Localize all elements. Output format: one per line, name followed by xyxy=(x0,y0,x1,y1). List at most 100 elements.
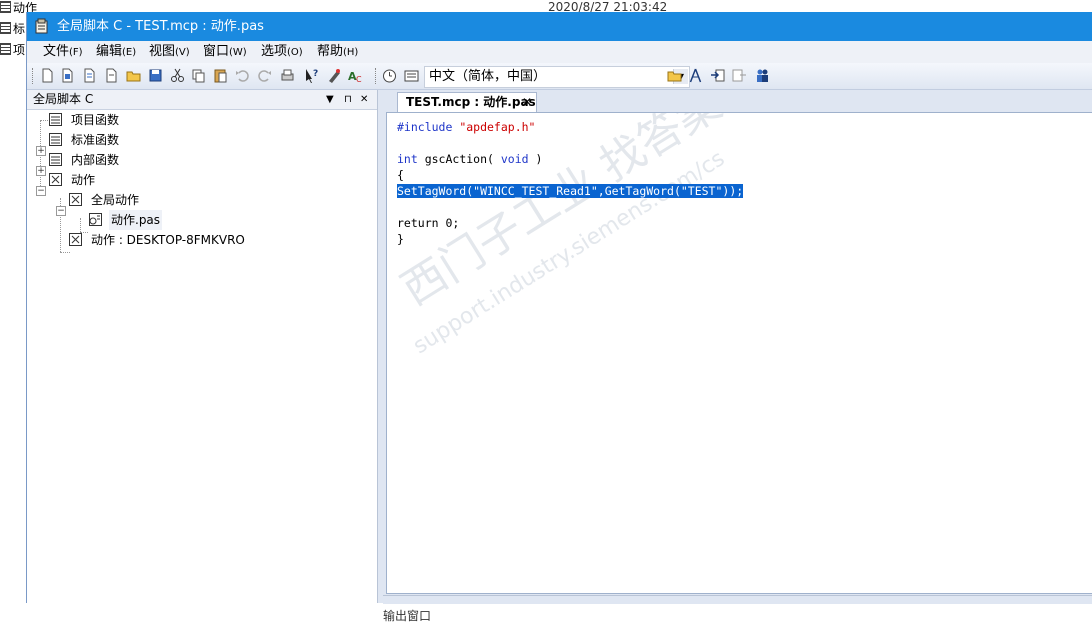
pane-title: 全局脚本 C xyxy=(33,92,94,106)
code-keyword: void xyxy=(500,152,529,166)
menu-accel: (E) xyxy=(122,47,137,58)
function-library-icon xyxy=(49,133,62,146)
action-folder-icon xyxy=(69,193,82,206)
context-help-icon[interactable]: ? xyxy=(303,67,320,84)
tree-item-label: 动作 : DESKTOP-8FMKVRO xyxy=(91,233,245,247)
undo-icon[interactable] xyxy=(234,67,251,84)
menu-label: 窗口 xyxy=(203,44,230,59)
tree-item-label: 动作 xyxy=(71,173,96,187)
toolbar: ? AC 中文（简体，中国） ▼ xyxy=(27,63,1092,90)
new-action-icon[interactable] xyxy=(81,67,98,84)
toolbar-grip[interactable] xyxy=(375,68,378,84)
trigger-icon[interactable] xyxy=(381,67,398,84)
menu-file[interactable]: 文件(F) xyxy=(43,41,83,64)
output-window-label: 输出窗口 xyxy=(383,609,432,623)
code-keyword: int xyxy=(397,152,418,166)
info-icon[interactable] xyxy=(403,67,420,84)
action-folder-icon xyxy=(49,173,62,186)
code-line-return: return 0; xyxy=(397,216,460,230)
new-file-icon[interactable] xyxy=(39,67,56,84)
collapse-icon[interactable]: − xyxy=(56,206,66,216)
desktop-item-standard[interactable]: 标 xyxy=(0,22,25,36)
document-icon[interactable] xyxy=(103,67,120,84)
menu-accel: (F) xyxy=(69,47,83,58)
code-line-include: #include "apdefap.h" xyxy=(397,119,535,135)
global-script-window: 全局脚本 C - TEST.mcp : 动作.pas 文件(F) 编辑(E) 视… xyxy=(26,12,1092,623)
pin-icon[interactable]: ⊓ xyxy=(344,90,352,109)
save-icon[interactable] xyxy=(147,67,164,84)
cut-icon[interactable] xyxy=(169,67,186,84)
toolbar-grip[interactable] xyxy=(32,68,35,84)
copy-icon[interactable] xyxy=(190,67,207,84)
desktop-item-label: 标 xyxy=(13,22,26,36)
window-title: 全局脚本 C - TEST.mcp : 动作.pas xyxy=(57,19,264,34)
open-folder-icon[interactable] xyxy=(125,67,142,84)
menu-bar: 文件(F) 编辑(E) 视图(V) 窗口(W) 选项(O) 帮助(H) xyxy=(27,41,1092,63)
code-editor[interactable]: 西门子工业 找答案 support.industry.siemens.com/c… xyxy=(386,112,1092,594)
function-library-icon xyxy=(49,113,62,126)
tree-item-label: 项目函数 xyxy=(71,113,120,127)
tab-close-icon[interactable]: ✕ xyxy=(522,93,532,112)
pane-dropdown-icon[interactable]: ▼ xyxy=(326,90,334,109)
code-directive: #include xyxy=(397,120,460,134)
menu-help[interactable]: 帮助(H) xyxy=(317,41,358,64)
tree-line xyxy=(80,218,81,232)
menu-accel: (V) xyxy=(175,47,190,58)
pane-header: 全局脚本 C ▼ ⊓ ✕ xyxy=(27,90,377,110)
script-icon xyxy=(0,43,11,55)
expand-icon[interactable]: + xyxy=(36,166,46,176)
menu-label: 视图 xyxy=(149,44,176,59)
script-icon xyxy=(0,22,11,34)
close-icon[interactable]: ✕ xyxy=(360,90,368,109)
new-function-icon[interactable] xyxy=(59,67,76,84)
script-icon xyxy=(0,1,11,13)
code-string: "apdefap.h" xyxy=(459,120,536,134)
folder-icon[interactable] xyxy=(666,67,683,84)
export-icon[interactable] xyxy=(731,67,748,84)
menu-label: 选项 xyxy=(261,44,288,59)
menu-label: 文件 xyxy=(43,44,70,59)
language-select-value: 中文（简体，中国） xyxy=(429,69,547,84)
tree-item-label: 标准函数 xyxy=(71,133,120,147)
language-select[interactable]: 中文（简体，中国） ▼ xyxy=(424,66,690,88)
menu-edit[interactable]: 编辑(E) xyxy=(96,41,136,64)
tree-item-label: 内部函数 xyxy=(71,153,120,167)
menu-options[interactable]: 选项(O) xyxy=(261,41,303,64)
redo-icon[interactable] xyxy=(256,67,273,84)
code-text: gscAction( xyxy=(417,152,501,166)
code-line-selected: SetTagWord("WINCC_TEST_Read1",GetTagWord… xyxy=(397,183,744,199)
svg-text:C: C xyxy=(356,75,362,84)
paste-icon[interactable] xyxy=(212,67,229,84)
code-line-close-brace: } xyxy=(397,232,404,246)
action-script-icon xyxy=(89,213,102,226)
desktop-item-label: 项 xyxy=(13,43,26,57)
code-text: ) xyxy=(528,152,543,166)
print-icon[interactable] xyxy=(279,67,296,84)
app-icon xyxy=(35,18,48,34)
compile-icon[interactable] xyxy=(326,67,343,84)
action-folder-icon xyxy=(69,233,82,246)
code-line-function-signature: int gscAction( void ) xyxy=(397,151,542,167)
function-library-icon xyxy=(49,153,62,166)
title-bar[interactable]: 全局脚本 C - TEST.mcp : 动作.pas xyxy=(27,12,1092,41)
project-navigation-pane: 全局脚本 C ▼ ⊓ ✕ 项目函数 + 标准函数 + 内部函数 − 动作 − 全… xyxy=(27,90,378,603)
tab-action-pas[interactable]: TEST.mcp : 动作.pas ✕ xyxy=(397,92,537,112)
tree-line xyxy=(60,252,70,253)
import-icon[interactable] xyxy=(709,67,726,84)
desktop-item-project[interactable]: 项 xyxy=(0,43,25,57)
tree-item-label: 动作.pas xyxy=(109,210,163,230)
expand-icon[interactable]: + xyxy=(36,146,46,156)
menu-label: 编辑 xyxy=(96,44,123,59)
collapse-icon[interactable]: − xyxy=(36,186,46,196)
users-icon[interactable] xyxy=(754,67,771,84)
menu-accel: (W) xyxy=(229,47,247,58)
tree-item-label: 全局动作 xyxy=(91,193,140,207)
menu-accel: (O) xyxy=(287,47,303,58)
tag-icon[interactable]: AC xyxy=(347,67,364,84)
compass-icon[interactable] xyxy=(687,67,704,84)
menu-view[interactable]: 视图(V) xyxy=(149,41,190,64)
menu-window[interactable]: 窗口(W) xyxy=(203,41,247,64)
menu-accel: (H) xyxy=(343,47,359,58)
code-line-open-brace: { xyxy=(397,168,404,182)
svg-text:?: ? xyxy=(313,69,318,79)
